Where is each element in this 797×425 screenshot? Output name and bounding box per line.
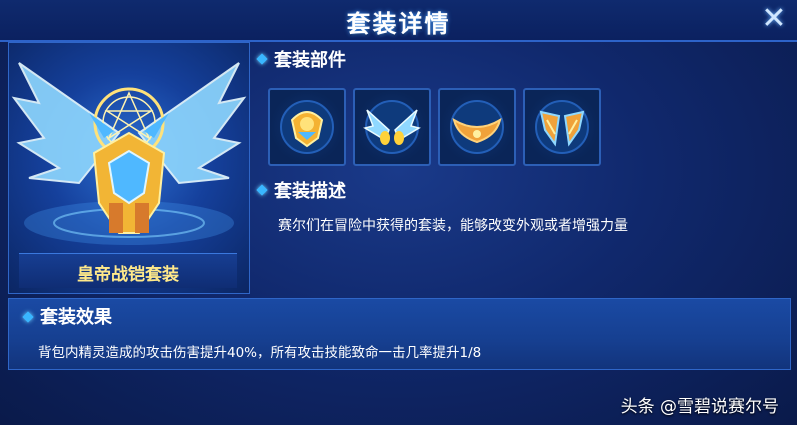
suit-name-box: 皇帝战铠套装	[19, 253, 237, 288]
cape-icon	[450, 100, 504, 154]
part-slot-armor-wings[interactable]	[523, 88, 601, 166]
helmet-icon	[280, 100, 334, 154]
suit-description: 赛尔们在冒险中获得的套装，能够改变外观或者增强力量	[278, 218, 628, 234]
part-slot-wings[interactable]	[353, 88, 431, 166]
suit-details-dialog: 套装详情 ✕ 皇帝战铠套装 套装部件 套装描述 赛尔们在冒险中获得的套装，能够改…	[0, 0, 797, 425]
section-bullet-icon	[256, 53, 268, 65]
dialog-title: 套装详情	[346, 10, 451, 38]
part-slot-helmet[interactable]	[268, 88, 346, 166]
section-bullet-icon	[256, 184, 268, 196]
watermark: 头条 @雪碧说赛尔号	[620, 397, 779, 417]
part-slot-cape[interactable]	[438, 88, 516, 166]
close-icon[interactable]: ✕	[759, 4, 789, 34]
title-bar: 套装详情 ✕	[0, 0, 797, 42]
suit-preview-panel: 皇帝战铠套装	[8, 42, 250, 294]
suit-effect-text: 背包内精灵造成的攻击伤害提升40%，所有攻击技能致命一击几率提升1/8	[38, 345, 482, 361]
suit-name: 皇帝战铠套装	[77, 265, 179, 285]
armor-wings-icon	[535, 100, 589, 154]
suit-mecha-illustration	[11, 62, 247, 245]
wings-icon	[363, 100, 421, 154]
parts-section-title: 套装部件	[274, 50, 346, 71]
effects-section-title: 套装效果	[40, 307, 112, 328]
description-section-title: 套装描述	[274, 181, 346, 202]
